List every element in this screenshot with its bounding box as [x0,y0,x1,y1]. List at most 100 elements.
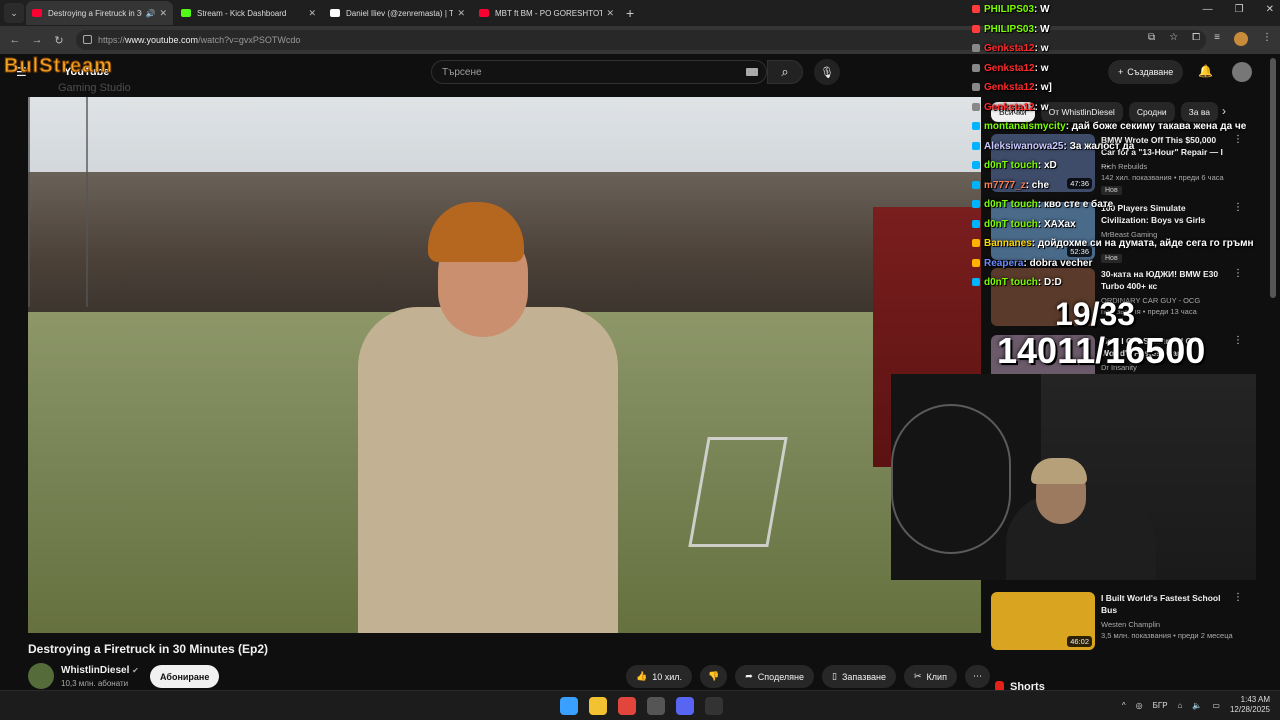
chat-text: : W [1034,23,1050,35]
voice-search-button[interactable]: 🎙 [814,59,840,85]
browser-tab[interactable]: Destroying a Firetruck in 30 🔊 ✕ [26,1,173,25]
chat-message: d0nT touch: D:D [972,277,1062,288]
recommended-channel[interactable]: Westen Champlin [1101,620,1160,629]
tray-app-icon[interactable]: ◎ [1136,701,1143,710]
chat-message: m7777_z: che [972,180,1049,191]
chat-message: PHILIPS03: W [972,4,1050,15]
reload-button[interactable]: ↻ [48,34,70,47]
tab-favicon-icon [479,9,489,17]
more-actions-button[interactable]: ⋯ [964,665,990,688]
chat-badge-icon [972,44,980,53]
more-options-icon[interactable]: ⋮ [1233,335,1243,346]
channel-name[interactable]: WhistlinDiesel ✔ [61,665,139,676]
chat-text: : дай боже секиму такава жена да че [1065,121,1247,132]
subscribe-button[interactable]: Абониране [150,665,220,688]
chat-badge-icon [972,200,980,209]
webcam-egg-chair [891,404,1011,554]
network-icon[interactable]: ⌂ [1178,701,1183,710]
tray-overflow-icon[interactable]: ^ [1122,701,1126,710]
chat-badge-icon [972,63,980,72]
volume-icon[interactable]: 🔈 [1192,701,1202,710]
windows-start-icon[interactable] [560,697,578,715]
forward-button[interactable]: → [26,34,48,46]
chat-username: Genksta12 [984,43,1035,54]
search-button[interactable]: ⌕ [767,60,803,84]
back-button[interactable]: ← [4,34,26,46]
tab-close-icon[interactable]: ✕ [159,8,167,19]
recommended-video[interactable]: 46:02 I Built World's Fastest School Bus W… [991,592,1243,656]
webcam-streamer-cap [1031,458,1087,484]
chat-message: Reapera: dobra vecher [972,258,1092,269]
file-explorer-icon[interactable] [589,697,607,715]
chat-message: d0nT touch: xD [972,160,1057,171]
video-title: Destroying a Firetruck in 30 Minutes (Ep… [28,642,269,656]
chat-badge-icon [972,83,980,92]
discord-icon[interactable] [676,697,694,715]
chrome-icon[interactable] [618,697,636,715]
chat-message: Genksta12: w [972,63,1048,74]
tab-favicon-icon [32,9,42,17]
browser-tab[interactable]: Stream - Kick Dashboard ✕ [175,1,322,25]
chat-badge-icon [972,161,980,170]
clock[interactable]: 1:43 AM 12/28/2025 [1230,695,1270,715]
chat-message: Genksta12: w] [972,82,1052,93]
chat-badge-icon [972,278,980,287]
screen: ⌄ Destroying a Firetruck in 30 🔊 ✕ Stream -… [0,0,1280,720]
tab-close-icon[interactable]: ✕ [457,8,465,19]
thumbs-down-icon: 👎 [708,671,720,681]
search-placeholder: Търсене [442,66,482,78]
keyboard-icon[interactable] [746,68,758,76]
chat-username: PHILIPS03 [984,23,1035,35]
battery-icon[interactable]: ▭ [1212,701,1220,710]
browser-tab[interactable]: Daniel Iliev (@zenremasta) | Tik ✕ [324,1,471,25]
channel-avatar[interactable] [28,663,54,689]
scissors-icon: ✂ [914,671,922,681]
share-button[interactable]: ➦ Споделяне [735,665,815,688]
clock-date: 12/28/2025 [1229,705,1270,714]
tab-close-icon[interactable]: ✕ [308,8,316,19]
chat-username: Bannanes [984,238,1032,249]
chat-badge-icon [972,122,980,131]
dislike-button[interactable]: 👎 [700,665,728,688]
site-info-icon[interactable] [83,35,92,44]
new-tab-button[interactable]: + [626,5,634,21]
chat-username: Genksta12 [984,101,1035,113]
chat-message: Genksta12: w [972,43,1048,54]
chat-badge-icon [972,180,980,189]
chat-username: Genksta12 [984,62,1035,74]
chat-message: d0nT touch: кво сте е бате [972,199,1113,210]
chat-username: Genksta12 [984,82,1035,93]
terminal-icon[interactable] [705,697,723,715]
obs-icon[interactable] [647,697,665,715]
url-path: /watch?v=gvxPSOTWcdo [198,35,301,45]
search-input[interactable]: Търсене [431,60,767,84]
tab-close-icon[interactable]: ✕ [606,8,614,19]
chat-text: : xD [1037,160,1057,171]
recommended-title[interactable]: I Built World's Fastest School Bus [1101,592,1229,616]
like-button[interactable]: 👍 10 хил. [626,665,693,688]
goal-counter-primary: 19/33 [1055,296,1136,332]
language-indicator[interactable]: БГР [1153,701,1168,710]
stream-chat-overlay: PHILIPS03: W PHILIPS03: W Genksta12: w Genk… [968,0,1280,290]
tab-search-button[interactable]: ⌄ [4,3,24,23]
search-icon: ⌕ [781,64,789,79]
chat-message: d0nT touch: ХАХах [972,219,1076,230]
tab-label: MBT ft BM - PO GORESHTOTO [495,8,603,18]
clip-button[interactable]: ✂ Клип [904,665,957,688]
verified-icon: ✔ [132,666,139,675]
chat-text: : За жалост да [1063,140,1135,152]
chat-badge-icon [972,219,980,228]
chat-badge-icon [972,141,980,150]
chat-username: d0nT touch [984,160,1038,171]
chat-message: Bannanes: дойдохме си на думата, айде се… [972,238,1254,249]
browser-tab[interactable]: MBT ft BM - PO GORESHTOTO ✕ [473,1,620,25]
mic-icon: 🎙 [820,66,834,79]
stream-brand-logo: BulStream [3,55,114,78]
video-thumbnail[interactable]: 46:02 [991,592,1095,650]
bookmark-icon: ▯ [832,671,837,681]
chat-username: Reapera [984,257,1024,269]
video-player[interactable] [28,97,981,633]
tab-audio-icon[interactable]: 🔊 [145,9,155,18]
save-button[interactable]: ▯ Запазване [822,665,896,688]
more-options-icon[interactable]: ⋮ [1233,592,1243,603]
